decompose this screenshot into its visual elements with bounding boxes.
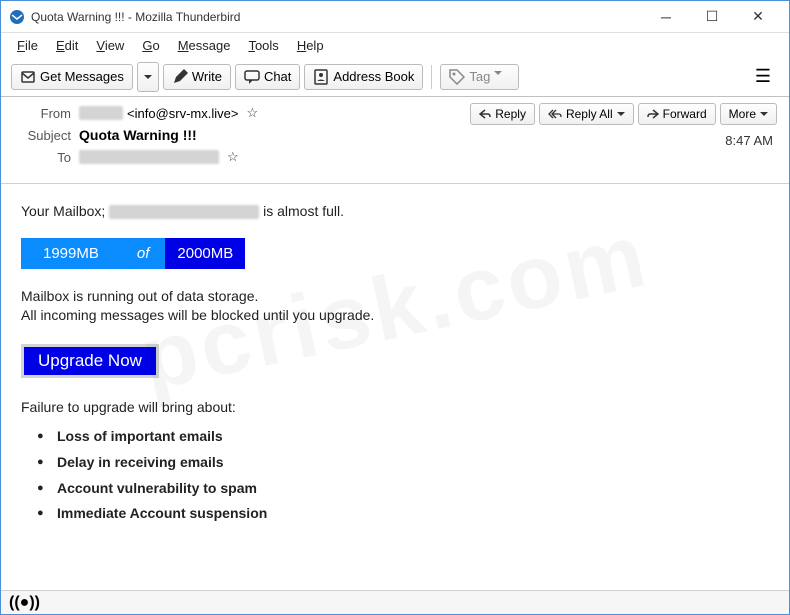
connection-icon: ((●))	[9, 594, 40, 612]
get-messages-button[interactable]: Get Messages	[11, 64, 133, 90]
chevron-down-icon	[760, 110, 768, 118]
mailbox-prefix: Your Mailbox;	[21, 203, 109, 219]
to-label: To	[17, 150, 71, 165]
quota-of: of	[121, 238, 166, 269]
window-controls: ─ ☐ ✕	[643, 2, 781, 32]
subject-value: Quota Warning !!!	[79, 127, 197, 143]
more-button[interactable]: More	[720, 103, 777, 125]
window-title: Quota Warning !!! - Mozilla Thunderbird	[31, 10, 643, 24]
write-label: Write	[192, 69, 222, 84]
menubar: File Edit View Go Message Tools Help	[1, 33, 789, 57]
address-book-button[interactable]: Address Book	[304, 64, 423, 90]
minimize-button[interactable]: ─	[643, 2, 689, 32]
write-button[interactable]: Write	[163, 64, 231, 90]
address-book-label: Address Book	[333, 69, 414, 84]
list-item: Loss of important emails	[57, 427, 769, 447]
chat-label: Chat	[264, 69, 291, 84]
upgrade-now-button[interactable]: Upgrade Now	[24, 347, 156, 375]
chat-button[interactable]: Chat	[235, 64, 300, 90]
chevron-down-icon	[617, 110, 625, 118]
star-recipient-button[interactable]: ☆	[227, 149, 239, 165]
forward-icon	[647, 108, 659, 120]
message-actions: Reply Reply All Forward More	[470, 103, 777, 125]
toolbar-separator	[431, 65, 432, 89]
titlebar: Quota Warning !!! - Mozilla Thunderbird …	[1, 1, 789, 33]
failure-intro: Failure to upgrade will bring about:	[21, 398, 769, 418]
maximize-button[interactable]: ☐	[689, 2, 735, 32]
toolbar: Get Messages Write Chat Address Book Tag…	[1, 57, 789, 97]
mailbox-suffix: is almost full.	[263, 203, 344, 219]
menu-edit[interactable]: Edit	[48, 36, 86, 55]
upgrade-button-wrap: Upgrade Now	[21, 344, 159, 378]
reply-label: Reply	[495, 107, 526, 121]
app-icon	[9, 9, 25, 25]
pencil-icon	[172, 69, 188, 85]
consequence-list: Loss of important emails Delay in receiv…	[21, 427, 769, 523]
address-book-icon	[313, 69, 329, 85]
message-headers: Reply Reply All Forward More From <info@…	[1, 97, 789, 184]
reply-all-icon	[548, 108, 562, 120]
forward-button[interactable]: Forward	[638, 103, 716, 125]
app-menu-button[interactable]: ☰	[747, 62, 779, 91]
menu-go[interactable]: Go	[134, 36, 167, 55]
subject-label: Subject	[17, 128, 71, 143]
redacted-sender-name	[79, 106, 123, 120]
redacted-mailbox-address	[109, 205, 259, 219]
more-label: More	[729, 107, 756, 121]
warning-line-1: Mailbox is running out of data storage.	[21, 287, 769, 307]
warning-text: Mailbox is running out of data storage. …	[21, 287, 769, 326]
list-item: Delay in receiving emails	[57, 453, 769, 473]
reply-all-label: Reply All	[566, 107, 613, 121]
statusbar: ((●))	[1, 590, 789, 614]
tag-button[interactable]: Tag	[440, 64, 519, 90]
timestamp: 8:47 AM	[725, 133, 773, 148]
mailbox-intro: Your Mailbox; is almost full.	[21, 202, 769, 222]
from-label: From	[17, 106, 71, 121]
chat-icon	[244, 69, 260, 85]
menu-view[interactable]: View	[88, 36, 132, 55]
tag-icon	[449, 69, 465, 85]
menu-message[interactable]: Message	[170, 36, 239, 55]
list-item: Account vulnerability to spam	[57, 479, 769, 499]
get-messages-label: Get Messages	[40, 69, 124, 84]
quota-bar: 1999MB of 2000MB	[21, 238, 341, 269]
quota-total: 2000MB	[165, 238, 245, 269]
inbox-icon	[20, 69, 36, 85]
reply-icon	[479, 108, 491, 120]
warning-line-2: All incoming messages will be blocked un…	[21, 306, 769, 326]
menu-tools[interactable]: Tools	[240, 36, 286, 55]
from-value: <info@srv-mx.live> ☆	[79, 105, 258, 121]
reply-button[interactable]: Reply	[470, 103, 535, 125]
tag-label: Tag	[469, 69, 490, 84]
menu-file[interactable]: File	[9, 36, 46, 55]
reply-all-button[interactable]: Reply All	[539, 103, 634, 125]
quota-used: 1999MB	[21, 238, 121, 269]
get-messages-dropdown[interactable]	[137, 62, 159, 92]
close-button[interactable]: ✕	[735, 2, 781, 32]
redacted-recipient	[79, 150, 219, 164]
to-value: ☆	[79, 149, 239, 165]
menu-help[interactable]: Help	[289, 36, 332, 55]
email-body: Your Mailbox; is almost full. 1999MB of …	[1, 184, 789, 548]
chevron-down-icon	[144, 73, 152, 81]
list-item: Immediate Account suspension	[57, 504, 769, 524]
chevron-down-icon	[494, 69, 510, 85]
from-email: <info@srv-mx.live>	[127, 106, 238, 121]
star-contact-button[interactable]: ☆	[246, 105, 258, 121]
forward-label: Forward	[663, 107, 707, 121]
